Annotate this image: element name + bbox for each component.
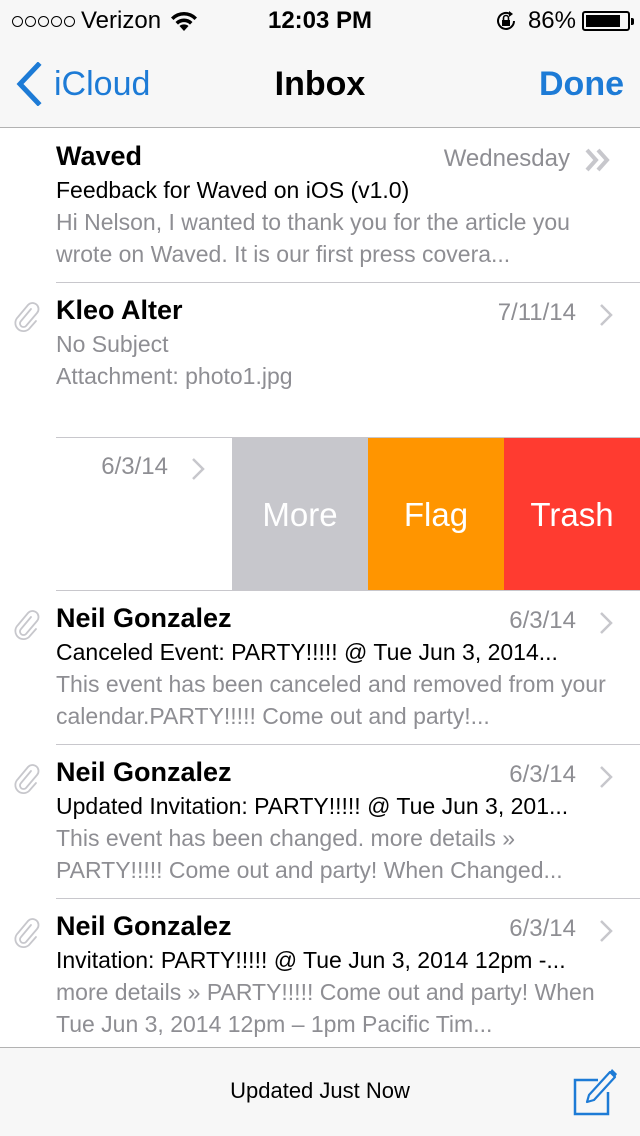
status-right: 86%: [494, 6, 634, 36]
signal-dots-icon: [12, 15, 75, 27]
message-date: Wednesday: [443, 145, 570, 172]
message-subject: Invitation: PARTY!!!!! @ Tue Jun 3, 2014…: [56, 947, 566, 973]
status-bar: Verizon 12:03 PM 86%: [0, 0, 640, 40]
message-sender: Neil Gonzalez: [56, 603, 232, 633]
attachment-icon: [14, 764, 40, 794]
message-date: 7/11/14: [497, 299, 576, 326]
wifi-icon: [171, 11, 198, 31]
battery-fill: [586, 15, 621, 27]
message-preview: This event has been changed. more detail…: [56, 825, 563, 883]
message-sender: Neil Gonzalez: [56, 911, 232, 941]
attachment-icon: [14, 302, 40, 332]
chevron-right-icon: [192, 458, 205, 480]
status-left: Verizon: [12, 6, 199, 36]
message-subject: Feedback for Waved on iOS (v1.0): [56, 177, 410, 203]
swiped-row-content[interactable]: 6/3/14 E OF YOUR...: [0, 437, 232, 591]
message-row[interactable]: Neil Gonzalez 6/3/14 Updated Invitation:…: [0, 745, 640, 899]
rotation-lock-icon: [496, 11, 515, 30]
message-sender: Kleo Alter: [56, 295, 183, 325]
double-chevron-icon: [585, 148, 610, 172]
chevron-left-icon: [16, 62, 42, 106]
done-button[interactable]: Done: [539, 64, 624, 104]
message-row-swiped[interactable]: 6/3/14 E OF YOUR... More Flag Trash: [0, 437, 640, 591]
message-sender: Waved: [56, 141, 143, 171]
message-date: 6/3/14: [509, 607, 576, 634]
chevron-right-icon: [600, 766, 613, 788]
navigation-bar: iCloud Inbox Done: [0, 40, 640, 128]
message-preview: Hi Nelson, I wanted to thank you for the…: [56, 209, 570, 267]
message-row[interactable]: Kleo Alter 7/11/14 No Subject Attachment…: [0, 283, 640, 437]
message-subject: Updated Invitation: PARTY!!!!! @ Tue Jun…: [56, 793, 569, 819]
message-preview: more details » PARTY!!!!! Come out and p…: [56, 979, 595, 1037]
message-subject: Canceled Event: PARTY!!!!! @ Tue Jun 3, …: [56, 639, 558, 665]
update-status: Updated Just Now: [230, 1078, 410, 1103]
message-preview: This event has been canceled and removed…: [56, 671, 606, 729]
battery-percent: 86%: [527, 7, 576, 34]
more-button[interactable]: More: [232, 438, 368, 591]
compose-icon[interactable]: [572, 1066, 618, 1116]
message-sender: Neil Gonzalez: [56, 757, 232, 787]
attachment-icon: [14, 610, 40, 640]
message-preview: Attachment: photo1.jpg: [56, 363, 293, 389]
chevron-right-icon: [600, 304, 613, 326]
battery-icon: [582, 11, 634, 31]
trash-button[interactable]: Trash: [504, 438, 640, 591]
message-row[interactable]: Waved Wednesday Feedback for Waved on iO…: [0, 129, 640, 283]
message-row[interactable]: Neil Gonzalez 6/3/14 Canceled Event: PAR…: [0, 591, 640, 745]
back-button[interactable]: iCloud: [14, 62, 150, 106]
chevron-right-icon: [600, 920, 613, 942]
back-button-label: iCloud: [54, 64, 151, 103]
chevron-right-icon: [600, 612, 613, 634]
message-date: 6/3/14: [509, 761, 576, 788]
attachment-icon: [14, 918, 40, 948]
message-date: 6/3/14: [101, 453, 168, 480]
message-subject: No Subject: [56, 331, 169, 357]
message-list[interactable]: Waved Wednesday Feedback for Waved on iO…: [0, 129, 640, 1053]
message-date: 6/3/14: [509, 915, 576, 942]
carrier-name: Verizon: [81, 7, 162, 34]
message-row[interactable]: Neil Gonzalez 6/3/14 Invitation: PARTY!!…: [0, 899, 640, 1053]
bottom-toolbar: Updated Just Now: [0, 1047, 640, 1136]
flag-button[interactable]: Flag: [368, 438, 504, 591]
